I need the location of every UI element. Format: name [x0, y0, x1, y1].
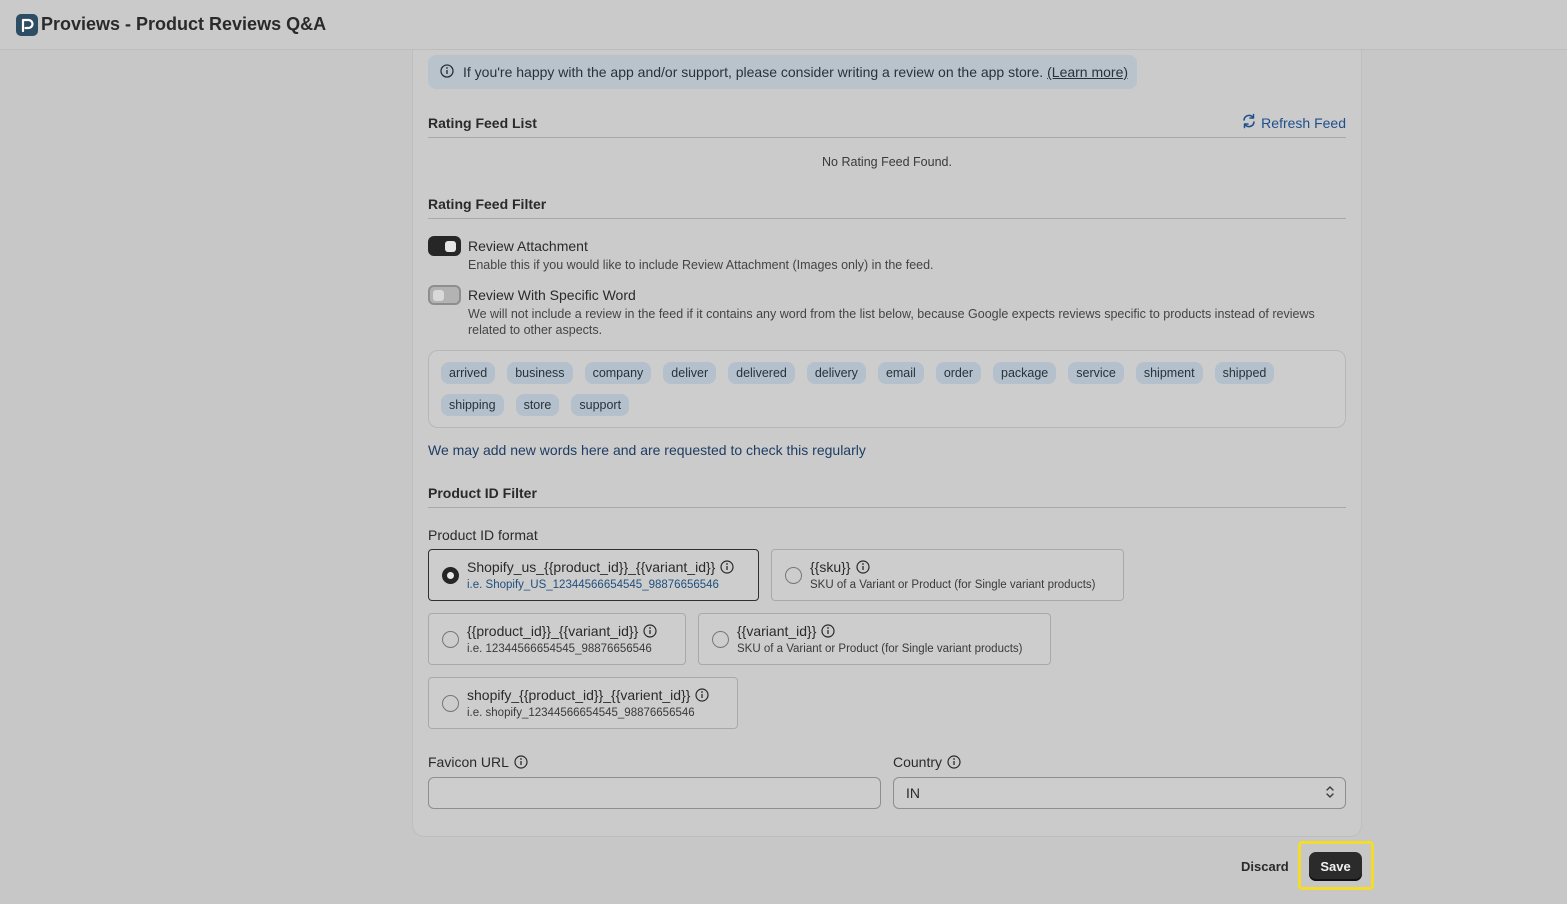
format-option-sku[interactable]: {{sku}} SKU of a Variant or Product (for… [771, 549, 1124, 601]
favicon-label: Favicon URL [428, 754, 528, 770]
word-chip: delivery [806, 362, 866, 384]
refresh-feed-label: Refresh Feed [1261, 114, 1346, 131]
format-option-variant-id[interactable]: {{variant_id}} SKU of a Variant or Produ… [698, 613, 1051, 665]
favicon-url-input[interactable] [428, 777, 881, 809]
word-chip: package [993, 362, 1057, 384]
option-title: shopify_{{product_id}}_{{varient_id}} [467, 687, 691, 703]
option-title: {{sku}} [810, 559, 851, 575]
refresh-feed-button[interactable]: Refresh Feed [1241, 113, 1346, 132]
word-chip: shipment [1135, 362, 1203, 384]
country-select-value: IN [906, 785, 920, 801]
format-option-shopify-lower[interactable]: shopify_{{product_id}}_{{varient_id}} i.… [428, 677, 738, 729]
info-icon[interactable] [695, 688, 710, 702]
product-id-filter-title: Product ID Filter [428, 484, 537, 501]
empty-feed-text: No Rating Feed Found. [822, 155, 952, 169]
banner-text: If you're happy with the app and/or supp… [463, 64, 1044, 80]
review-attachment-description: Enable this if you would like to include… [468, 258, 934, 272]
info-icon[interactable] [821, 624, 836, 638]
app-logo-icon [16, 13, 38, 36]
info-icon[interactable] [855, 560, 870, 574]
format-option-shopify-us[interactable]: Shopify_us_{{product_id}}_{{variant_id}}… [428, 549, 759, 601]
review-attachment-toggle[interactable] [428, 236, 461, 256]
option-title: {{variant_id}} [737, 623, 817, 639]
word-chip: service [1068, 362, 1124, 384]
word-chip: support [571, 394, 630, 416]
info-icon[interactable] [643, 624, 657, 638]
option-subtitle: i.e. Shopify_US_12344566654545_988766565… [467, 579, 719, 591]
option-subtitle: SKU of a Variant or Product (for Single … [810, 579, 1096, 591]
info-icon [440, 63, 454, 81]
radio-button[interactable] [785, 567, 802, 584]
discard-button[interactable]: Discard [1241, 859, 1289, 874]
info-icon[interactable] [720, 560, 734, 574]
specific-word-description: We will not include a review in the feed… [468, 307, 1315, 337]
format-option-product-variant[interactable]: {{product_id}}_{{variant_id}} i.e. 12344… [428, 613, 686, 665]
product-id-filter-header: Product ID Filter [428, 478, 1346, 508]
word-chip: arrived [441, 362, 496, 384]
option-title: {{product_id}}_{{variant_id}} [467, 623, 639, 639]
word-chip: shipped [1214, 362, 1275, 384]
word-chip: deliver [663, 362, 717, 384]
country-select[interactable]: IN [893, 777, 1346, 809]
option-subtitle: SKU of a Variant or Product (for Single … [737, 643, 1023, 655]
learn-more-link[interactable]: (Learn more) [1047, 64, 1128, 80]
country-label-text: Country [893, 754, 943, 770]
rating-feed-filter-title: Rating Feed Filter [428, 195, 547, 212]
word-chip: store [515, 394, 560, 416]
word-chip: company [584, 362, 652, 384]
settings-card: If you're happy with the app and/or supp… [412, 50, 1362, 837]
country-label: Country [893, 754, 961, 770]
info-icon[interactable] [947, 755, 961, 769]
radio-button[interactable] [442, 567, 459, 584]
rating-feed-list-title: Rating Feed List [428, 114, 537, 131]
option-subtitle: i.e. shopify_12344566654545_98876656546 [467, 707, 695, 719]
option-title: Shopify_us_{{product_id}}_{{variant_id}} [467, 559, 716, 575]
product-id-format-label: Product ID format [428, 527, 538, 543]
word-chip: business [507, 362, 573, 384]
specific-word-label: Review With Specific Word [468, 287, 636, 303]
rating-feed-filter-header: Rating Feed Filter [428, 189, 1346, 219]
app-header: Proviews - Product Reviews Q&A [0, 0, 1567, 50]
word-chip: email [877, 362, 924, 384]
radio-button[interactable] [442, 631, 459, 648]
info-icon[interactable] [514, 755, 528, 769]
word-list: arrived business company deliver deliver… [428, 350, 1346, 428]
word-chip: shipping [441, 394, 504, 416]
radio-button[interactable] [712, 631, 729, 648]
save-button[interactable]: Save [1309, 852, 1362, 881]
favicon-label-text: Favicon URL [428, 754, 509, 770]
review-attachment-label: Review Attachment [468, 238, 588, 254]
app-title: Proviews - Product Reviews Q&A [41, 14, 327, 34]
word-list-note: We may add new words here and are reques… [428, 442, 866, 458]
rating-feed-list-header: Rating Feed List Refresh Feed [428, 108, 1346, 138]
review-banner: If you're happy with the app and/or supp… [428, 55, 1137, 89]
radio-button[interactable] [442, 695, 459, 712]
word-chip: delivered [728, 362, 795, 384]
specific-word-toggle[interactable] [428, 285, 461, 305]
chevron-up-down-icon [1325, 784, 1335, 803]
option-subtitle: i.e. 12344566654545_98876656546 [467, 643, 652, 655]
word-chip: order [935, 362, 981, 384]
refresh-icon [1241, 113, 1257, 132]
